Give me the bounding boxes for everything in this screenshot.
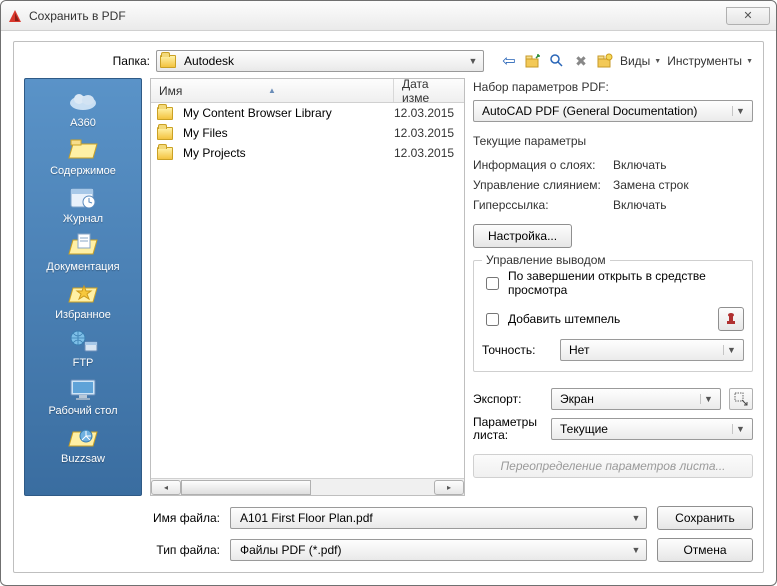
folder-icon: [157, 107, 173, 120]
chevron-down-icon: ▼: [732, 106, 748, 116]
views-menu[interactable]: Виды▼: [620, 54, 661, 68]
place-docs[interactable]: Документация: [25, 229, 141, 275]
filename-label: Имя файла:: [150, 511, 220, 525]
preset-dropdown[interactable]: AutoCAD PDF (General Documentation) ▼: [473, 100, 753, 122]
save-button[interactable]: Сохранить: [657, 506, 753, 530]
chevron-down-icon: ▼: [723, 345, 739, 355]
folder-icon: [157, 147, 173, 160]
horizontal-scrollbar[interactable]: ◂ ▸: [151, 478, 464, 495]
output-groupbox: Управление выводом По завершении открыть…: [473, 260, 753, 372]
file-list-header: Имя ▲ Дата изме: [151, 79, 464, 103]
desktop-icon: [66, 375, 100, 403]
precision-label: Точность:: [482, 343, 552, 357]
cancel-button[interactable]: Отмена: [657, 538, 753, 562]
places-bar: A360 Содержимое Журнал Документация: [24, 78, 142, 496]
export-dropdown[interactable]: Экран ▼: [551, 388, 721, 410]
list-item[interactable]: My Projects 12.03.2015: [151, 143, 464, 163]
folder-label: Папка:: [102, 54, 150, 68]
filetype-combo[interactable]: Файлы PDF (*.pdf) ▼: [230, 539, 647, 561]
output-group-label: Управление выводом: [482, 253, 610, 267]
save-as-pdf-dialog: Сохранить в PDF ✕ Папка: Autodesk ▼ ⇦: [0, 0, 777, 586]
add-stamp-checkbox[interactable]: [486, 313, 499, 326]
folder-star-icon: [66, 279, 100, 307]
chevron-down-icon: ▼: [629, 513, 643, 523]
place-a360[interactable]: A360: [25, 85, 141, 131]
col-header-date[interactable]: Дата изме: [394, 79, 464, 102]
settings-button[interactable]: Настройка...: [473, 224, 572, 248]
place-content[interactable]: Содержимое: [25, 133, 141, 179]
folder-icon: [157, 127, 173, 140]
folder-value: Autodesk: [180, 54, 466, 68]
current-params-label: Текущие параметры: [473, 134, 753, 148]
place-favorites[interactable]: Избранное: [25, 277, 141, 323]
stamp-icon: [724, 312, 738, 326]
col-header-name[interactable]: Имя ▲: [151, 79, 394, 102]
folder-icon: [160, 55, 176, 68]
list-item[interactable]: My Content Browser Library 12.03.2015: [151, 103, 464, 123]
scroll-left-icon[interactable]: ◂: [151, 480, 181, 495]
place-history[interactable]: Журнал: [25, 181, 141, 227]
open-after-checkbox[interactable]: [486, 277, 499, 290]
window-title: Сохранить в PDF: [29, 9, 126, 23]
titlebar: Сохранить в PDF ✕: [1, 1, 776, 31]
tools-menu[interactable]: Инструменты▼: [667, 54, 753, 68]
pdf-options-panel: Набор параметров PDF: AutoCAD PDF (Gener…: [473, 78, 753, 496]
history-icon: [66, 183, 100, 211]
select-window-icon: [734, 392, 748, 406]
chevron-down-icon: ▼: [732, 424, 748, 434]
scroll-right-icon[interactable]: ▸: [434, 480, 464, 495]
filetype-label: Тип файла:: [150, 543, 220, 557]
page-setup-override-button: Переопределение параметров листа...: [473, 454, 753, 478]
filename-combo[interactable]: A101 First Floor Plan.pdf ▼: [230, 507, 647, 529]
app-icon: [7, 8, 23, 24]
select-window-button[interactable]: [729, 388, 753, 410]
export-label: Экспорт:: [473, 392, 543, 406]
file-list: Имя ▲ Дата изме My Content Browser Libra…: [150, 78, 465, 496]
delete-icon[interactable]: ✖: [572, 52, 590, 70]
sheet-label: Параметры листа:: [473, 416, 543, 442]
list-item[interactable]: My Files 12.03.2015: [151, 123, 464, 143]
scroll-thumb[interactable]: [181, 480, 311, 495]
up-folder-icon[interactable]: [524, 52, 542, 70]
sort-asc-icon: ▲: [268, 86, 276, 95]
add-stamp-check-row[interactable]: Добавить штемпель: [482, 310, 620, 329]
chevron-down-icon: ▼: [466, 56, 480, 66]
sheet-dropdown[interactable]: Текущие ▼: [551, 418, 753, 440]
location-toolbar: Папка: Autodesk ▼ ⇦ ✖: [24, 50, 753, 72]
chevron-down-icon: ▼: [629, 545, 643, 555]
back-icon[interactable]: ⇦: [500, 52, 518, 70]
precision-dropdown[interactable]: Нет ▼: [560, 339, 744, 361]
new-folder-icon[interactable]: [596, 52, 614, 70]
stamp-settings-button[interactable]: [718, 307, 744, 331]
ftp-icon: [66, 327, 100, 355]
place-buzzsaw[interactable]: Buzzsaw: [25, 421, 141, 467]
cloud-a360-icon: [66, 87, 100, 115]
search-icon[interactable]: [548, 52, 566, 70]
place-ftp[interactable]: FTP: [25, 325, 141, 371]
open-after-check-row[interactable]: По завершении открыть в средстве просмот…: [482, 269, 744, 297]
preset-label: Набор параметров PDF:: [473, 80, 753, 94]
place-desktop[interactable]: Рабочий стол: [25, 373, 141, 419]
folder-combo[interactable]: Autodesk ▼: [156, 50, 484, 72]
folder-open-icon: [66, 135, 100, 163]
buzzsaw-icon: [66, 423, 100, 451]
chevron-down-icon: ▼: [700, 394, 716, 404]
window-close-button[interactable]: ✕: [726, 7, 770, 25]
folder-docs-icon: [66, 231, 100, 259]
